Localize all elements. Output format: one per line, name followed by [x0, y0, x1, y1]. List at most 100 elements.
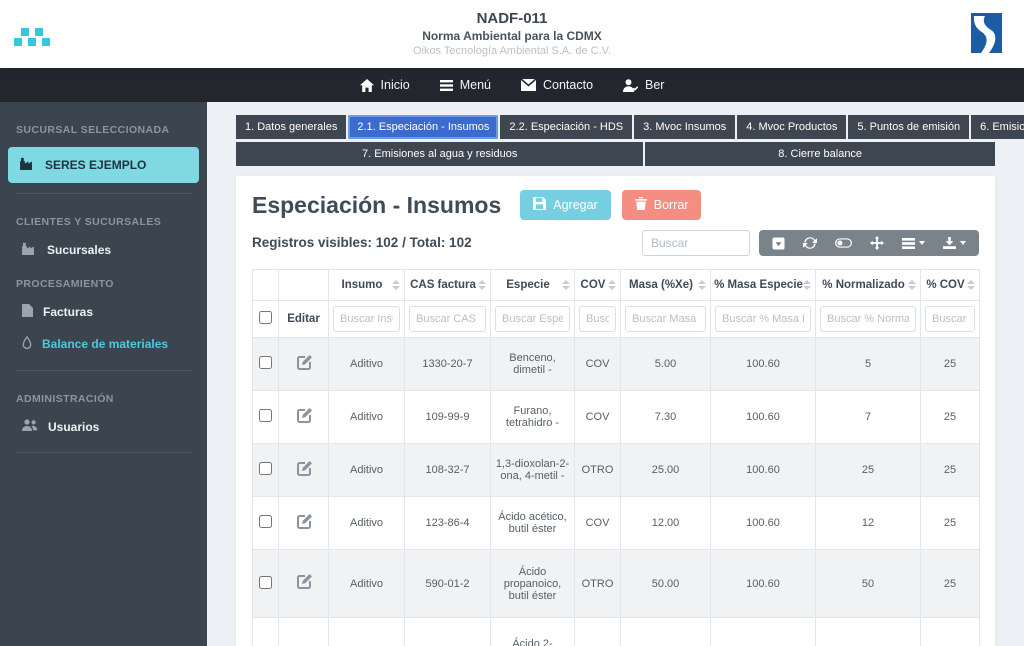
tab-bar-row2: 7. Emisiones al agua y residuos 8. Cierr…	[236, 142, 995, 166]
edit-icon[interactable]	[296, 355, 312, 374]
content-panel: Especiación - Insumos Agregar Borrar Reg…	[236, 176, 995, 646]
filter-pcov-input[interactable]	[925, 306, 975, 332]
row-checkbox[interactable]	[259, 356, 272, 369]
company-logo-icon	[971, 13, 1002, 58]
chevron-down-icon	[919, 241, 925, 245]
sort-icon[interactable]	[803, 280, 811, 290]
sort-icon[interactable]	[608, 280, 616, 290]
col-header-pcov[interactable]: % COV	[921, 270, 980, 301]
page-main-title: NADF-011	[413, 9, 611, 29]
sidebar-item-seres-ejemplo[interactable]: SERES EJEMPLO	[8, 147, 199, 183]
tab-datos-generales[interactable]: 1. Datos generales	[236, 115, 346, 139]
droplet-icon	[22, 336, 32, 352]
col-header-masa-especie[interactable]: % Masa Especie	[711, 270, 816, 301]
col-header-normalizado[interactable]: % Normalizado	[816, 270, 921, 301]
move-icon[interactable]	[861, 230, 893, 256]
nav-item-user[interactable]: Ber	[623, 78, 664, 92]
tab-puntos-emision[interactable]: 5. Puntos de emisión	[848, 115, 969, 139]
sidebar: SUCURSAL SELECCIONADA SERES EJEMPLO CLIE…	[0, 102, 207, 646]
nav-item-menu[interactable]: Menú	[440, 78, 491, 92]
tab-emisiones-agua-residuos[interactable]: 7. Emisiones al agua y residuos	[236, 142, 643, 166]
sort-icon[interactable]	[698, 280, 706, 290]
table-row: Aditivo 123-86-4 Ácido acético, butil és…	[253, 497, 980, 550]
filter-normalizado-input[interactable]	[820, 306, 916, 332]
tab-emisiones-conducidad[interactable]: 6. Emisiones conducidad	[971, 115, 1024, 139]
trash-icon	[635, 197, 647, 213]
menu-icon	[440, 80, 453, 91]
sort-icon[interactable]	[562, 280, 570, 290]
sidebar-section-administracion: ADMINISTRACIÓN	[0, 381, 207, 411]
tab-especiacion-insumos[interactable]: 2.1. Especiación - Insumos	[348, 115, 498, 139]
sort-icon[interactable]	[478, 280, 486, 290]
company-name: Oikos Tecnología Ambiental S.A. de C.V.	[413, 44, 611, 58]
filter-cov-input[interactable]	[579, 306, 616, 332]
table-toolbar	[759, 230, 979, 256]
select-all-checkbox[interactable]	[259, 311, 272, 324]
table-row: Aditivo 590-01-2 Ácido propanoico, butil…	[253, 550, 980, 618]
edit-icon[interactable]	[296, 514, 312, 533]
filter-especie-input[interactable]	[495, 306, 570, 332]
main-content: 1. Datos generales 2.1. Especiación - In…	[207, 102, 1024, 646]
mail-icon	[521, 79, 536, 91]
search-input[interactable]	[642, 230, 750, 256]
nav-item-contacto[interactable]: Contacto	[521, 78, 593, 92]
filter-insumo-input[interactable]	[333, 306, 400, 332]
file-icon	[22, 304, 33, 320]
table-row: Aditivo 1330-20-7 Benceno, dimetil - COV…	[253, 338, 980, 391]
user-icon	[623, 79, 638, 92]
add-button[interactable]: Agregar	[520, 190, 610, 220]
users-icon	[22, 419, 38, 434]
columns-icon[interactable]	[893, 230, 934, 256]
col-header-insumo[interactable]: Insumo	[329, 270, 405, 301]
table-row: Ácido 2-	[253, 618, 980, 646]
page-subtitle: Norma Ambiental para la CDMX	[413, 29, 611, 45]
app-header: NADF-011 Norma Ambiental para la CDMX Oi…	[0, 0, 1024, 68]
row-checkbox[interactable]	[259, 409, 272, 422]
sort-icon[interactable]	[967, 280, 975, 290]
records-summary: Registros visibles: 102 / Total: 102	[252, 230, 472, 250]
sort-icon[interactable]	[392, 280, 400, 290]
col-header-masa[interactable]: Masa (%Xe)	[621, 270, 711, 301]
factory-icon	[22, 242, 37, 258]
sidebar-item-usuarios[interactable]: Usuarios	[0, 411, 207, 442]
divider	[15, 193, 192, 194]
toggle-icon[interactable]	[826, 230, 861, 256]
factory-icon	[20, 157, 35, 173]
export-icon[interactable]	[934, 230, 975, 256]
row-checkbox[interactable]	[259, 515, 272, 528]
divider	[15, 370, 192, 371]
table-filter-row: Editar	[253, 301, 980, 338]
home-icon	[360, 79, 374, 92]
sidebar-item-facturas[interactable]: Facturas	[0, 296, 207, 328]
page-title: Especiación - Insumos	[252, 192, 501, 219]
refresh-icon[interactable]	[794, 230, 826, 256]
table-row: Aditivo 108-32-7 1,3-dioxolan-2-ona, 4-m…	[253, 444, 980, 497]
table-header-row: Insumo CAS factura Especie COV Masa (%Xe…	[253, 270, 980, 301]
tab-cierre-balance[interactable]: 8. Cierre balance	[645, 142, 995, 166]
sidebar-item-balance-materiales[interactable]: Balance de materiales	[0, 328, 207, 360]
delete-button[interactable]: Borrar	[622, 190, 702, 220]
caret-square-down-icon[interactable]	[763, 230, 794, 256]
row-checkbox[interactable]	[259, 576, 272, 589]
app-logo-icon	[14, 27, 50, 52]
nav-item-inicio[interactable]: Inicio	[360, 78, 410, 92]
row-checkbox[interactable]	[259, 462, 272, 475]
tab-mvoc-productos[interactable]: 4. Mvoc Productos	[737, 115, 846, 139]
sort-icon[interactable]	[908, 280, 916, 290]
sidebar-section-clientes: CLIENTES Y SUCURSALES	[0, 204, 207, 234]
edit-icon[interactable]	[296, 461, 312, 480]
sidebar-section-selected: SUCURSAL SELECCIONADA	[0, 112, 207, 142]
filter-masa-input[interactable]	[625, 306, 706, 332]
top-navbar: Inicio Menú Contacto Ber	[0, 68, 1024, 102]
edit-icon[interactable]	[296, 574, 312, 593]
sidebar-section-procesamiento: PROCESAMIENTO	[0, 266, 207, 296]
col-header-cov[interactable]: COV	[575, 270, 621, 301]
filter-masa-especie-input[interactable]	[715, 306, 811, 332]
filter-cas-input[interactable]	[409, 306, 486, 332]
tab-mvoc-insumos[interactable]: 3. Mvoc Insumos	[634, 115, 735, 139]
edit-icon[interactable]	[296, 408, 312, 427]
col-header-especie[interactable]: Especie	[491, 270, 575, 301]
sidebar-item-sucursales[interactable]: Sucursales	[0, 234, 207, 266]
col-header-cas[interactable]: CAS factura	[405, 270, 491, 301]
tab-especiacion-hds[interactable]: 2.2. Especiación - HDS	[500, 115, 632, 139]
